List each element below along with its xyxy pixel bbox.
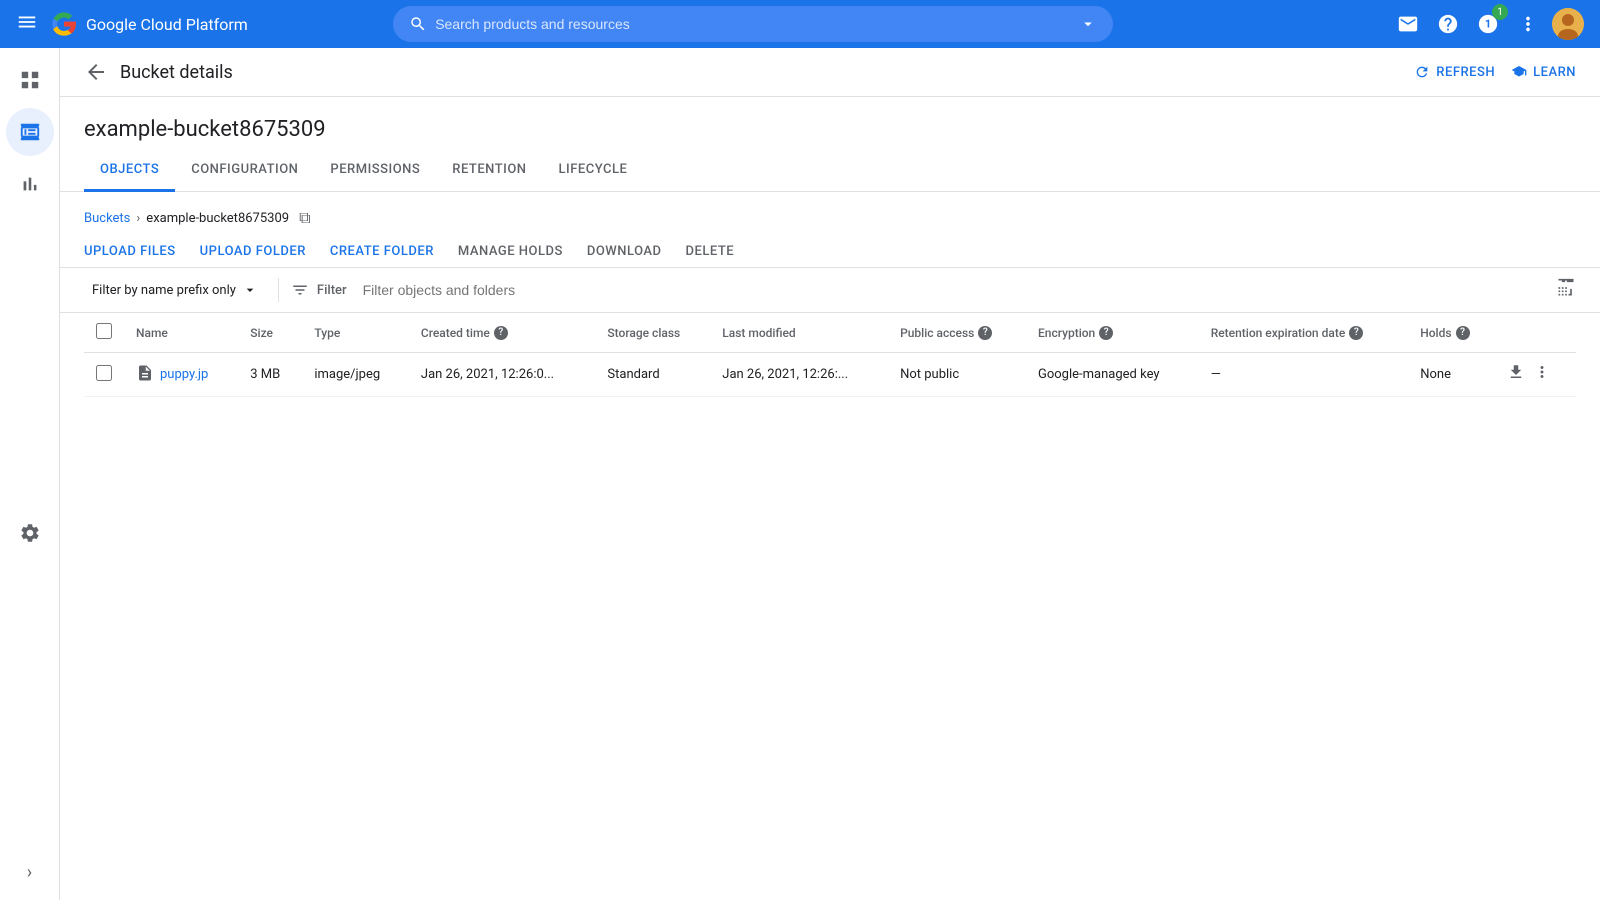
col-header-storage-class: Storage class — [595, 313, 710, 353]
col-header-encryption: Encryption ? — [1026, 313, 1199, 353]
copy-icon[interactable]: ⧉ — [299, 208, 310, 228]
file-size: 3 MB — [238, 353, 302, 397]
user-avatar[interactable] — [1552, 8, 1584, 40]
public-access-help-icon[interactable]: ? — [978, 326, 992, 340]
manage-holds-button[interactable]: MANAGE HOLDS — [458, 244, 563, 259]
file-storage-class: Standard — [595, 353, 710, 397]
refresh-button[interactable]: REFRESH — [1414, 64, 1495, 80]
select-all-checkbox[interactable] — [96, 323, 112, 339]
download-button[interactable]: DOWNLOAD — [587, 244, 662, 259]
delete-button[interactable]: DELETE — [686, 244, 735, 259]
table-container: Name Size Type Created time ? — [60, 313, 1600, 900]
table-header-row: Name Size Type Created time ? — [84, 313, 1576, 353]
content-area: Bucket details REFRESH LEARN example-buc… — [60, 48, 1600, 900]
table-row: puppy.jp 3 MB image/jpeg Jan 26, 2021, 1… — [84, 353, 1576, 397]
tab-lifecycle[interactable]: LIFECYCLE — [543, 150, 644, 192]
col-header-last-modified: Last modified — [710, 313, 888, 353]
tabs-bar: OBJECTS CONFIGURATION PERMISSIONS RETENT… — [60, 150, 1600, 192]
bucket-name: example-bucket8675309 — [84, 117, 326, 142]
objects-table: Name Size Type Created time ? — [84, 313, 1576, 397]
notification-btn[interactable]: 1 1 — [1472, 8, 1504, 40]
col-header-size: Size — [238, 313, 302, 353]
tab-objects[interactable]: OBJECTS — [84, 150, 175, 192]
page-header: Bucket details REFRESH LEARN — [60, 48, 1600, 97]
topbar-logo: Google Cloud Platform — [50, 10, 248, 38]
file-icon — [136, 364, 154, 386]
breadcrumb-separator: › — [136, 211, 140, 226]
filter-input[interactable] — [363, 282, 1544, 298]
sidebar: › — [0, 48, 60, 900]
filter-input-area: Filter — [291, 281, 1544, 299]
col-header-public-access: Public access ? — [888, 313, 1026, 353]
main-layout: › Bucket details REFRESH LEARN — [0, 48, 1600, 900]
download-row-btn[interactable] — [1507, 363, 1525, 386]
filter-divider — [278, 278, 279, 302]
email-icon-btn[interactable] — [1392, 8, 1424, 40]
row-more-btn[interactable] — [1533, 363, 1551, 386]
file-created-time: Jan 26, 2021, 12:26:0... — [409, 353, 596, 397]
create-folder-button[interactable]: CREATE FOLDER — [330, 244, 434, 259]
file-name[interactable]: puppy.jp — [160, 367, 208, 382]
learn-button[interactable]: LEARN — [1511, 64, 1576, 80]
filter-label: Filter — [317, 283, 347, 298]
file-last-modified: Jan 26, 2021, 12:26:... — [710, 353, 888, 397]
filter-prefix-label: Filter by name prefix only — [92, 283, 236, 298]
col-header-retention: Retention expiration date ? — [1199, 313, 1409, 353]
topbar: Google Cloud Platform 1 1 — [0, 0, 1600, 48]
col-header-created-time: Created time ? — [409, 313, 596, 353]
page-title: Bucket details — [120, 62, 233, 83]
breadcrumb-buckets[interactable]: Buckets — [84, 211, 130, 226]
retention-help-icon[interactable]: ? — [1349, 326, 1363, 340]
density-toggle-btn[interactable] — [1556, 278, 1576, 303]
tab-retention[interactable]: RETENTION — [436, 150, 542, 192]
sidebar-item-settings[interactable] — [6, 508, 54, 556]
sidebar-item-storage[interactable] — [6, 108, 54, 156]
menu-icon[interactable] — [16, 11, 38, 38]
sidebar-item-analytics[interactable] — [6, 160, 54, 208]
search-input[interactable] — [435, 16, 1071, 32]
breadcrumb-current: example-bucket8675309 — [146, 211, 289, 226]
upload-folder-button[interactable]: UPLOAD FOLDER — [200, 244, 306, 259]
page-header-actions: REFRESH LEARN — [1414, 64, 1576, 80]
file-retention: — — [1199, 353, 1409, 397]
created-time-help-icon[interactable]: ? — [494, 326, 508, 340]
tab-configuration[interactable]: CONFIGURATION — [175, 150, 314, 192]
col-header-holds: Holds ? — [1408, 313, 1495, 353]
tab-permissions[interactable]: PERMISSIONS — [314, 150, 436, 192]
back-button[interactable] — [84, 60, 108, 84]
col-header-type: Type — [302, 313, 409, 353]
help-icon-btn[interactable] — [1432, 8, 1464, 40]
file-public-access: Not public — [888, 353, 1026, 397]
filter-prefix-button[interactable]: Filter by name prefix only — [84, 276, 266, 304]
sidebar-item-grid[interactable] — [6, 56, 54, 104]
row-actions — [1507, 363, 1564, 386]
topbar-logo-text: Google Cloud Platform — [86, 15, 248, 34]
file-type: image/jpeg — [302, 353, 409, 397]
search-bar — [393, 6, 1113, 42]
bucket-name-section: example-bucket8675309 — [60, 97, 1600, 142]
more-options-btn[interactable] — [1512, 8, 1544, 40]
file-encryption: Google-managed key — [1026, 353, 1199, 397]
row-checkbox[interactable] — [96, 365, 112, 381]
col-header-actions — [1495, 313, 1576, 353]
filter-icon — [291, 281, 309, 299]
search-icon — [409, 15, 427, 33]
filter-row: Filter by name prefix only Filter — [60, 267, 1600, 313]
notification-badge: 1 — [1492, 4, 1508, 20]
file-holds: None — [1408, 353, 1495, 397]
svg-text:1: 1 — [1485, 18, 1491, 31]
page-header-left: Bucket details — [84, 60, 233, 84]
breadcrumb: Buckets › example-bucket8675309 ⧉ — [60, 192, 1600, 236]
sidebar-expand-btn[interactable]: › — [6, 856, 54, 888]
col-header-name: Name — [124, 313, 238, 353]
encryption-help-icon[interactable]: ? — [1099, 326, 1113, 340]
topbar-actions: 1 1 — [1392, 8, 1584, 40]
search-dropdown-icon[interactable] — [1079, 15, 1097, 33]
upload-files-button[interactable]: UPLOAD FILES — [84, 244, 176, 259]
holds-help-icon[interactable]: ? — [1456, 326, 1470, 340]
action-toolbar: UPLOAD FILES UPLOAD FOLDER CREATE FOLDER… — [60, 236, 1600, 267]
